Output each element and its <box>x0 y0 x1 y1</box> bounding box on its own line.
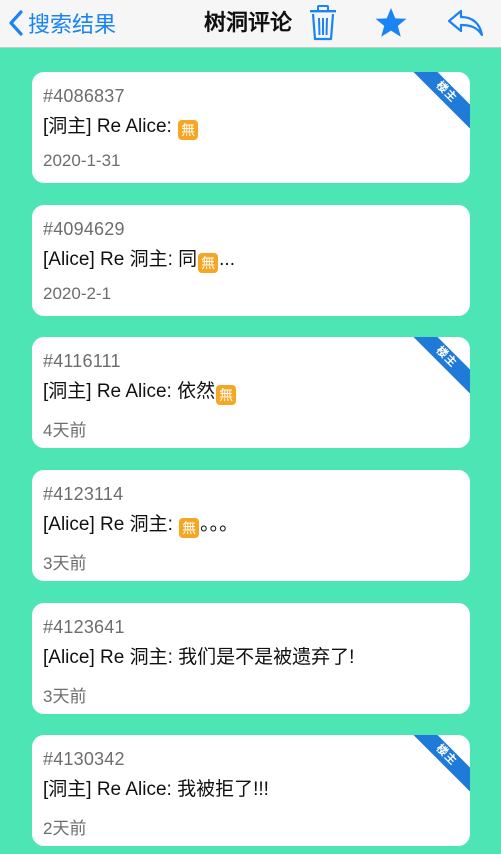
comment-text-suffix: ... <box>219 249 235 270</box>
comment-id: #4116111 <box>43 351 121 371</box>
chevron-left-icon <box>8 10 24 36</box>
comment-text-prefix: [洞主] Re Alice: 我被拒了!!! <box>43 779 269 800</box>
comment-id: #4123641 <box>43 617 125 637</box>
comment-card[interactable]: 楼主 #4086837 [洞主] Re Alice: 無 2020-1-31 <box>32 72 470 183</box>
emoji-icon: 無 <box>178 120 199 140</box>
comment-text-prefix: [Alice] Re 洞主: 同 <box>43 249 198 270</box>
comment-text-prefix: [Alice] Re 洞主: 我们是不是被遗弃了! <box>43 647 355 668</box>
comment-time: 2020-2-1 <box>43 284 112 303</box>
comment-card[interactable]: #4094629 [Alice] Re 洞主: 同無... 2020-2-1 <box>32 205 470 316</box>
comment-id: #4130342 <box>43 749 125 769</box>
owner-badge: 楼主 <box>404 337 470 399</box>
comment-text: [Alice] Re 洞主: 同無... <box>43 244 235 273</box>
comment-card[interactable]: 楼主 #4130342 [洞主] Re Alice: 我被拒了!!! 2天前 <box>32 735 470 846</box>
emoji-icon: 無 <box>198 253 219 273</box>
emoji-icon: 無 <box>179 518 200 538</box>
comment-id: #4086837 <box>43 86 125 106</box>
back-button-label: 搜索结果 <box>28 12 117 37</box>
comment-text-prefix: [洞主] Re Alice: <box>43 116 178 137</box>
emoji-icon: 無 <box>216 385 237 405</box>
comment-text: [Alice] Re 洞主: 無。。。 <box>43 509 238 538</box>
comment-text: [洞主] Re Alice: 我被拒了!!! <box>43 774 269 801</box>
comment-time: 4天前 <box>43 421 87 440</box>
reply-icon[interactable] <box>446 8 484 43</box>
comment-time: 2020-1-31 <box>43 151 121 170</box>
comment-text: [洞主] Re Alice: 依然無 <box>43 376 237 405</box>
page-title: 树洞评论 <box>203 10 292 35</box>
comment-text-suffix: 。。。 <box>200 514 239 535</box>
comment-card[interactable]: #4123114 [Alice] Re 洞主: 無。。。 3天前 <box>32 470 470 581</box>
navigation-bar: 搜索结果 树洞评论 <box>0 0 501 48</box>
star-icon[interactable] <box>374 6 408 45</box>
comment-text-prefix: [Alice] Re 洞主: <box>43 514 179 535</box>
comment-time: 3天前 <box>43 554 87 573</box>
comment-id: #4094629 <box>43 219 125 239</box>
back-button[interactable]: 搜索结果 <box>8 6 116 40</box>
comment-text: [洞主] Re Alice: 無 <box>43 111 199 140</box>
owner-badge: 楼主 <box>404 735 470 797</box>
comment-text-prefix: [洞主] Re Alice: 依然 <box>43 381 216 402</box>
comment-time: 2天前 <box>43 819 87 838</box>
comment-id: #4123114 <box>43 484 124 504</box>
comment-card[interactable]: 楼主 #4116111 [洞主] Re Alice: 依然無 4天前 <box>32 337 470 448</box>
comment-text: [Alice] Re 洞主: 我们是不是被遗弃了! <box>43 642 354 669</box>
comment-card[interactable]: #4123641 [Alice] Re 洞主: 我们是不是被遗弃了! 3天前 <box>32 603 470 714</box>
trash-icon[interactable] <box>308 5 338 46</box>
comment-time: 3天前 <box>43 687 87 706</box>
owner-badge: 楼主 <box>404 72 470 134</box>
